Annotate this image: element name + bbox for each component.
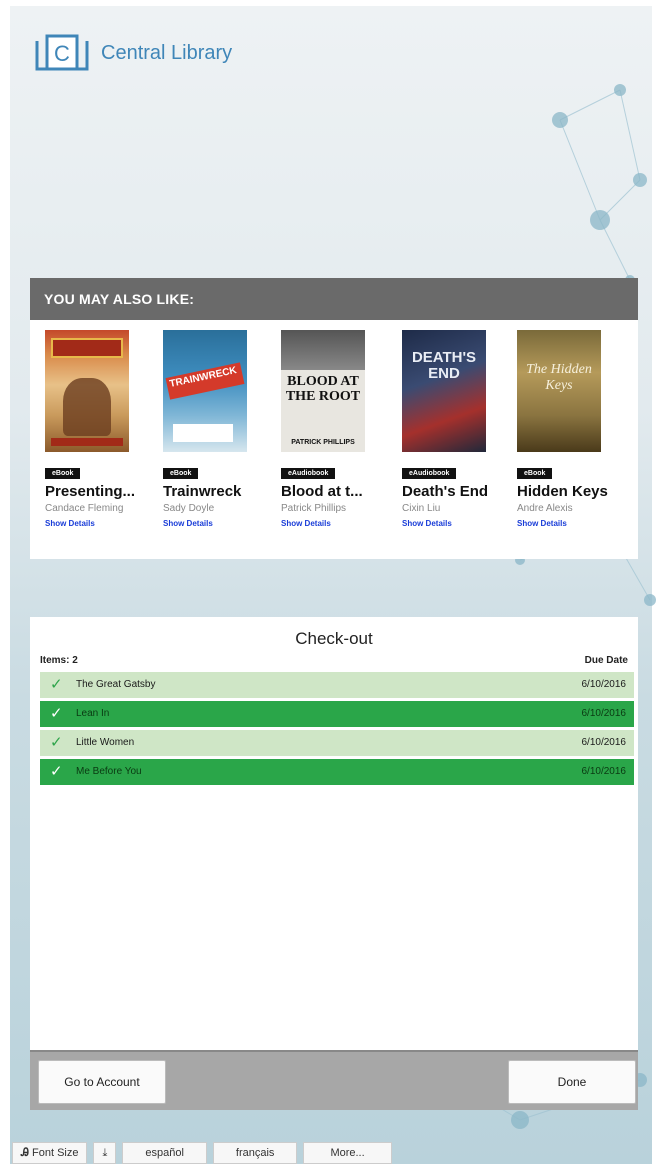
format-badge: eAudiobook	[281, 468, 336, 479]
format-badge: eBook	[45, 468, 81, 479]
show-details-link[interactable]: Show Details	[281, 519, 391, 528]
book-c-icon: C	[33, 33, 91, 73]
book-author: Cixin Liu	[402, 503, 441, 514]
item-due-date: 6/10/2016	[581, 766, 627, 777]
book-title[interactable]: Hidden Keys	[517, 483, 627, 500]
checkmark-icon: ✓	[50, 705, 63, 722]
suggestion-book[interactable]: DEATH'S END eAudiobook Death's End Cixin…	[402, 330, 512, 528]
items-count: Items: 2	[40, 655, 78, 666]
suggestions-panel: YOU MAY ALSO LIKE: eBook Presenting... C…	[30, 278, 638, 559]
book-author: Patrick Phillips	[281, 503, 347, 514]
language-espanol-button[interactable]: español	[122, 1142, 207, 1164]
checkout-title: Check-out	[295, 629, 373, 648]
item-due-date: 6/10/2016	[581, 679, 627, 690]
checkout-header-row: Items: 2 Due Date	[40, 655, 628, 666]
book-author: Andre Alexis	[517, 503, 573, 514]
item-title: Me Before You	[76, 766, 142, 777]
checkmark-icon: ✓	[50, 676, 63, 693]
checkout-footer: Go to Account Done	[30, 1050, 638, 1110]
book-author: Candace Fleming	[45, 503, 124, 514]
go-to-account-button[interactable]: Go to Account	[38, 1060, 166, 1104]
checkout-row[interactable]: ✓ Lean In 6/10/2016	[40, 701, 634, 727]
book-title[interactable]: Presenting...	[45, 483, 155, 500]
library-logo[interactable]: C Central Library	[33, 33, 232, 73]
suggestion-book[interactable]: The Hidden Keys eBook Hidden Keys Andre …	[517, 330, 627, 528]
checkmark-icon: ✓	[50, 763, 63, 780]
done-button[interactable]: Done	[508, 1060, 636, 1104]
download-button[interactable]: ⤓	[93, 1142, 117, 1164]
show-details-link[interactable]: Show Details	[45, 519, 155, 528]
book-title[interactable]: Blood at t...	[281, 483, 391, 500]
suggestion-book[interactable]: TRAINWRECK eBook Trainwreck Sady Doyle S…	[163, 330, 273, 528]
language-francais-button[interactable]: français	[212, 1142, 298, 1164]
book-cover[interactable]	[45, 330, 129, 452]
checkout-list: ✓ The Great Gatsby 6/10/2016 ✓ Lean In 6…	[40, 672, 634, 788]
suggestion-book[interactable]: eBook Presenting... Candace Fleming Show…	[45, 330, 155, 528]
font-size-icon: Ꭿ	[21, 1147, 29, 1159]
due-date-header: Due Date	[584, 655, 628, 666]
font-size-button[interactable]: Ꭿ Font Size	[12, 1142, 88, 1164]
book-cover[interactable]: DEATH'S END	[402, 330, 486, 452]
book-cover[interactable]: TRAINWRECK	[163, 330, 247, 452]
item-due-date: 6/10/2016	[581, 708, 627, 719]
checkout-row[interactable]: ✓ Me Before You 6/10/2016	[40, 759, 634, 785]
font-size-label: Font Size	[32, 1147, 79, 1159]
item-title: Little Women	[76, 737, 135, 748]
book-author: Sady Doyle	[163, 503, 215, 514]
suggestion-book[interactable]: BLOOD AT THE ROOT PATRICK PHILLIPS eAudi…	[281, 330, 391, 528]
show-details-link[interactable]: Show Details	[163, 519, 273, 528]
item-title: The Great Gatsby	[76, 679, 156, 690]
book-title[interactable]: Death's End	[402, 483, 512, 500]
checkout-panel: Check-out Items: 2 Due Date ✓ The Great …	[30, 617, 638, 1110]
svg-text:C: C	[54, 41, 70, 66]
suggestions-header: YOU MAY ALSO LIKE:	[30, 278, 638, 320]
show-details-link[interactable]: Show Details	[517, 519, 627, 528]
library-name: Central Library	[101, 41, 233, 64]
format-badge: eBook	[517, 468, 553, 479]
format-badge: eAudiobook	[402, 468, 457, 479]
checkout-row[interactable]: ✓ Little Women 6/10/2016	[40, 730, 634, 756]
format-badge: eBook	[163, 468, 199, 479]
download-icon: ⤓	[102, 1147, 108, 1159]
bottom-toolbar: Ꭿ Font Size ⤓ español français More...	[12, 1142, 392, 1164]
book-cover[interactable]: The Hidden Keys	[517, 330, 601, 452]
more-languages-button[interactable]: More...	[303, 1142, 392, 1164]
checkmark-icon: ✓	[50, 734, 63, 751]
checkout-row[interactable]: ✓ The Great Gatsby 6/10/2016	[40, 672, 634, 698]
book-cover[interactable]: BLOOD AT THE ROOT PATRICK PHILLIPS	[281, 330, 365, 452]
show-details-link[interactable]: Show Details	[402, 519, 512, 528]
book-title[interactable]: Trainwreck	[163, 483, 273, 500]
item-title: Lean In	[76, 708, 110, 719]
item-due-date: 6/10/2016	[581, 737, 627, 748]
